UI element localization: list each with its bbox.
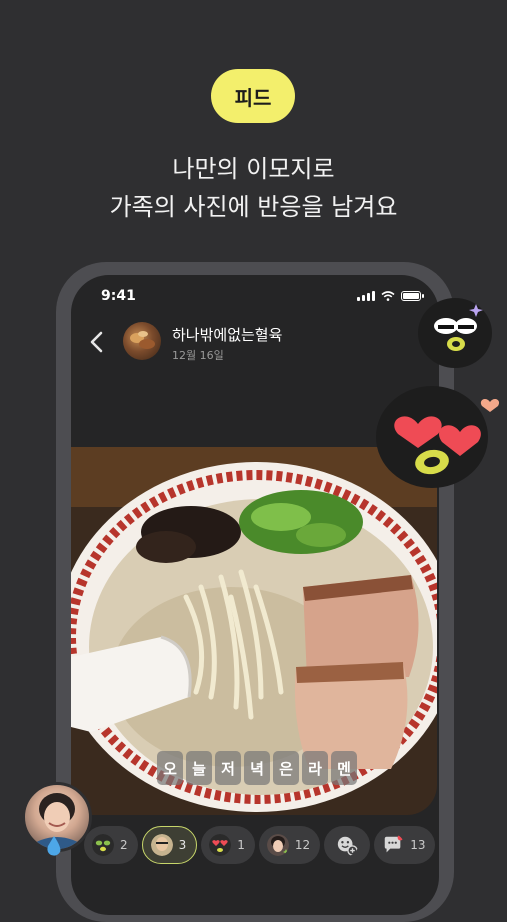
reaction-bar: 2 3 1 12 13	[84, 826, 436, 864]
author-name[interactable]: 하나밖에없는혈육	[172, 324, 282, 345]
reaction-chip-4[interactable]: 12	[258, 826, 321, 864]
person-sparkle-emoji-icon	[266, 834, 289, 856]
reaction-chip-2-selected[interactable]: 3	[141, 826, 198, 864]
reaction-count: 2	[120, 838, 128, 852]
tear-drop-emoji-icon	[47, 836, 61, 856]
wifi-icon	[381, 291, 395, 301]
wink-emoji-sticker-icon	[418, 298, 492, 368]
post-date: 12월 16일	[172, 349, 224, 362]
caption-char: 멘	[331, 751, 357, 785]
post-photo[interactable]: 오 늘 저 녁 은 라 멘	[71, 447, 437, 815]
status-time: 9:41	[101, 288, 136, 304]
reaction-chip-3[interactable]: 1	[201, 826, 255, 864]
caption-char: 늘	[186, 751, 212, 785]
headline-line-1: 나만의 이모지로	[172, 155, 335, 183]
phone-screen: 9:41 하나밖에없는혈육 12월 16일 오 늘 저 녁 은 라 멘	[71, 275, 439, 915]
caption-char: 녁	[244, 751, 270, 785]
headline-line-2: 가족의 사진에 반응을 남겨요	[109, 193, 398, 221]
caption-char: 은	[273, 751, 299, 785]
green-wink-emoji-icon	[92, 834, 114, 856]
caption-char: 오	[157, 751, 183, 785]
author-avatar[interactable]	[123, 322, 161, 360]
comment-count: 13	[410, 838, 426, 852]
reaction-count: 3	[178, 838, 187, 852]
person-photo-emoji-icon	[150, 834, 173, 856]
caption-char: 저	[215, 751, 241, 785]
add-reaction-button[interactable]	[324, 826, 371, 864]
status-icons	[357, 291, 424, 301]
section-badge: 피드	[211, 69, 295, 123]
photo-caption: 오 늘 저 녁 은 라 멘	[157, 751, 357, 785]
signal-icon	[357, 291, 375, 301]
heart-eyes-emoji-icon	[209, 834, 232, 856]
comment-icon	[384, 834, 404, 853]
comment-button[interactable]: 13	[374, 826, 436, 864]
reaction-count: 1	[237, 838, 245, 852]
reaction-count: 12	[294, 838, 311, 852]
caption-char: 라	[302, 751, 328, 785]
heart-eyes-emoji-sticker-icon	[376, 386, 500, 488]
back-chevron-icon[interactable]	[85, 327, 109, 357]
reaction-chip-1[interactable]: 2	[84, 826, 138, 864]
add-emoji-icon	[338, 836, 358, 856]
